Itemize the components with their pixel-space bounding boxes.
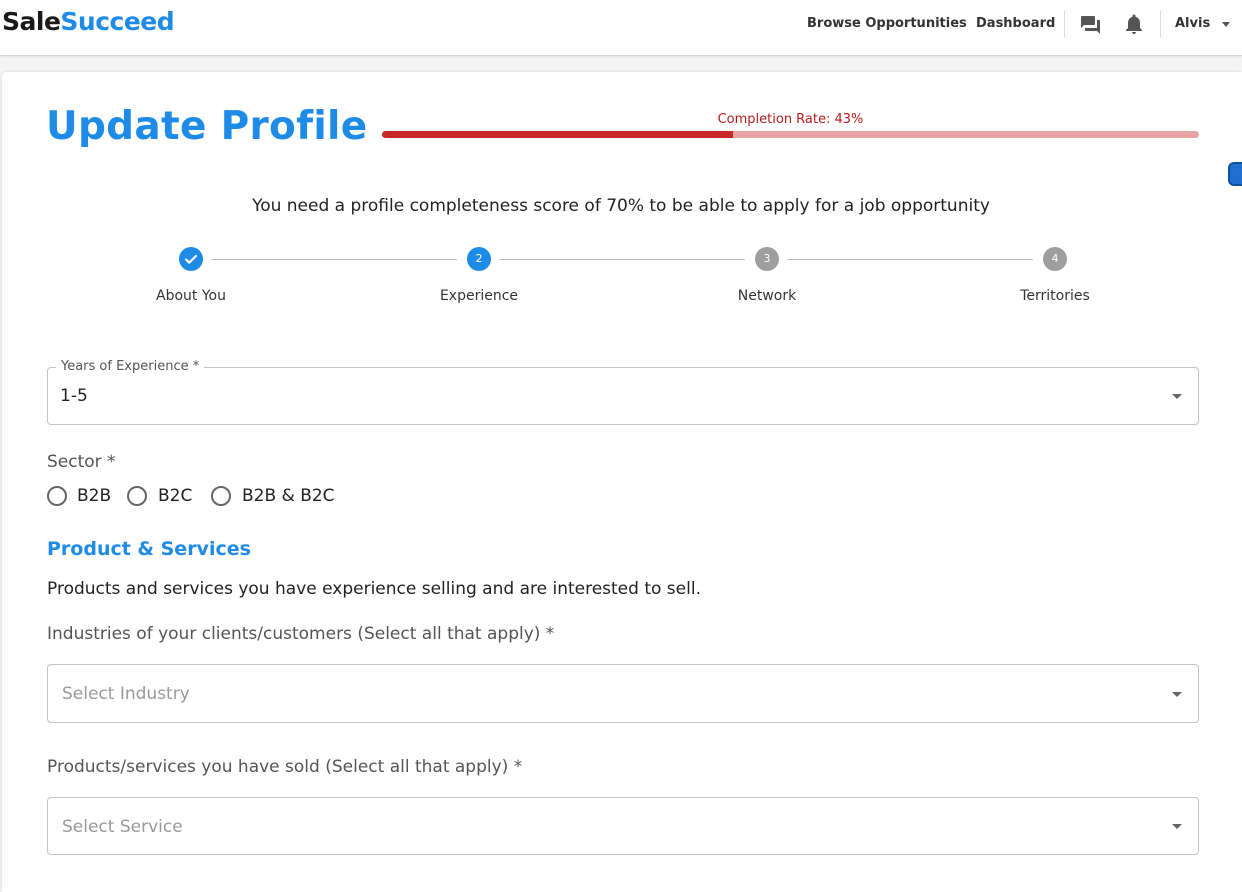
top-navbar: SaleSucceed Browse Opportunities Dashboa… [0,0,1242,56]
step-4-indicator[interactable]: 4 [1043,247,1067,271]
section-description: Products and services you have experienc… [47,579,701,599]
dropdown-arrow-icon [1172,824,1182,829]
industry-placeholder: Select Industry [62,684,190,704]
bell-icon[interactable] [1122,12,1146,36]
service-placeholder: Select Service [62,817,183,837]
step-label-experience[interactable]: Experience [399,288,559,304]
step-label-about-you[interactable]: About You [111,288,271,304]
industries-label: Industries of your clients/customers (Se… [47,624,555,644]
step-2-indicator[interactable]: 2 [467,247,491,271]
completion-rate-label: Completion Rate: 43% [717,112,864,127]
logo-succeed: Succeed [60,7,175,36]
feedback-side-tab-icon[interactable] [1228,162,1242,186]
page-title: Update Profile [46,104,368,149]
years-of-experience-value: 1-5 [60,386,88,406]
stepper-connector [211,259,457,260]
radio-b2c[interactable] [127,486,147,506]
years-of-experience-label: Years of Experience * [56,359,205,374]
nav-dashboard[interactable]: Dashboard [976,16,1055,31]
chevron-down-icon[interactable] [1222,22,1230,27]
radio-label-b2b-b2c[interactable]: B2B & B2C [242,486,335,506]
radio-b2b[interactable] [47,486,67,506]
sector-label: Sector * [47,452,116,472]
industry-select[interactable]: Select Industry [47,664,1199,723]
stepper-connector [787,259,1033,260]
step-1-check-icon[interactable] [179,247,203,271]
nav-divider [1160,10,1161,38]
dropdown-arrow-icon [1172,394,1182,399]
logo-sale: Sale [2,7,61,36]
nav-browse-opportunities[interactable]: Browse Opportunities [807,16,967,31]
products-label: Products/services you have sold (Select … [47,757,523,777]
nav-divider [1064,10,1065,38]
radio-b2b-b2c[interactable] [211,486,231,506]
radio-label-b2b[interactable]: B2B [77,486,111,506]
chat-icon[interactable] [1079,12,1103,36]
years-of-experience-select[interactable]: 1-5 [47,367,1199,425]
completion-progress-fill [382,131,734,138]
completeness-notice: You need a profile completeness score of… [252,196,990,216]
step-label-network[interactable]: Network [687,288,847,304]
section-title-product-services: Product & Services [47,538,251,560]
user-menu[interactable]: Alvis [1175,16,1210,31]
dropdown-arrow-icon [1172,691,1182,697]
step-label-territories[interactable]: Territories [975,288,1135,304]
radio-label-b2c[interactable]: B2C [158,486,192,506]
completion-progress-bar [382,131,1199,138]
step-3-indicator[interactable]: 3 [755,247,779,271]
stepper-connector [499,259,745,260]
service-select[interactable]: Select Service [47,797,1199,855]
logo[interactable]: SaleSucceed [2,7,175,36]
